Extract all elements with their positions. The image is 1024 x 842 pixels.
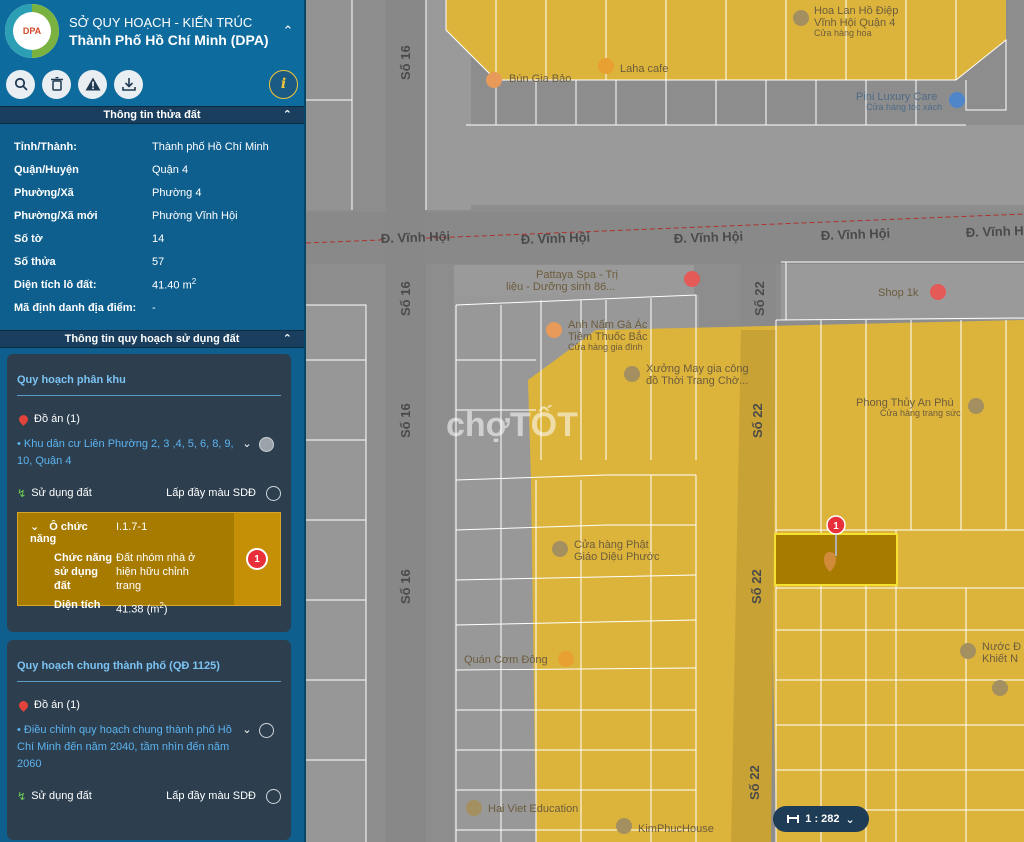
map-canvas[interactable]: 1 Đ. Vĩnh Hội Đ. Vĩnh Hội Đ. Vĩnh Hội Đ.… xyxy=(306,0,1024,842)
toolbar: i xyxy=(0,62,304,106)
chevron-down-icon: ⌄ xyxy=(845,813,855,826)
chevron-down-icon[interactable]: ⌄ xyxy=(239,722,255,773)
svg-text:liệu - Dưỡng sinh 86...: liệu - Dưỡng sinh 86... xyxy=(506,281,615,293)
map-pin-icon xyxy=(17,698,30,712)
general-plan-card: Quy hoạch chung thành phố (QĐ 1125) Đồ á… xyxy=(7,640,291,840)
project-radio[interactable] xyxy=(259,723,274,738)
info-row-sheet: Số tờ 14 xyxy=(14,232,165,245)
project-count: Đồ án (1) xyxy=(17,698,281,712)
svg-text:Xưởng May gia công: Xưởng May gia công xyxy=(646,363,749,375)
svg-text:Đ. Vĩnh Hội: Đ. Vĩnh Hội xyxy=(821,226,891,243)
zoning-title: Quy hoạch phân khu xyxy=(17,354,281,396)
map-svg[interactable]: 1 Đ. Vĩnh Hội Đ. Vĩnh Hội Đ. Vĩnh Hội Đ.… xyxy=(306,0,1024,842)
chevron-up-icon[interactable]: ⌃ xyxy=(283,331,292,347)
poi-shop-1k[interactable]: Shop 1k xyxy=(878,284,946,300)
info-row-new-ward: Phường/Xã mới Phường Vĩnh Hội xyxy=(14,209,238,222)
svg-text:Quán Cơm Đông: Quán Cơm Đông xyxy=(464,654,548,666)
org-city: Thành Phố Hồ Chí Minh (DPA) xyxy=(69,31,269,48)
plan-badge[interactable]: 1 xyxy=(246,548,268,570)
download-icon[interactable] xyxy=(114,69,143,99)
general-plan-title: Quy hoạch chung thành phố (QĐ 1125) xyxy=(17,640,281,682)
svg-text:Cửa hàng gia đình: Cửa hàng gia đình xyxy=(568,342,643,352)
zoning-card: Quy hoạch phân khu Đồ án (1) • Khu dân c… xyxy=(7,354,291,632)
map-marker-badge: 1 xyxy=(833,521,839,532)
svg-text:đồ Thời Trang Chờ...: đồ Thời Trang Chờ... xyxy=(646,375,748,387)
land-use-section: Thông tin quy hoạch sử dụng đất ⌃ Quy ho… xyxy=(0,330,304,842)
scale-value: 1 : 282 xyxy=(805,813,840,825)
svg-text:Số 22: Số 22 xyxy=(752,281,767,316)
svg-text:Cửa hàng trang sức: Cửa hàng trang sức xyxy=(880,408,961,418)
land-use-icon: ↯ xyxy=(17,790,27,803)
warning-icon[interactable] xyxy=(78,69,107,99)
svg-text:Số 22: Số 22 xyxy=(749,569,764,604)
search-icon[interactable] xyxy=(6,69,35,99)
svg-text:Hai Viet Education: Hai Viet Education xyxy=(488,803,578,815)
svg-text:Hoa Lan Hồ Điệp: Hoa Lan Hồ Điệp xyxy=(814,5,898,17)
info-icon[interactable]: i xyxy=(269,69,298,99)
svg-text:Khiết N: Khiết N xyxy=(982,653,1018,665)
svg-text:Cửa hàng hoa: Cửa hàng hoa xyxy=(814,28,872,38)
svg-text:Số 22: Số 22 xyxy=(747,765,762,800)
trash-icon[interactable] xyxy=(42,69,71,99)
zoning-project[interactable]: • Khu dân cư Liên Phường 2, 3 ,4, 5, 6, … xyxy=(17,436,281,470)
svg-text:KimPhucHouse: KimPhucHouse xyxy=(638,823,714,835)
svg-text:Cửa hàng tóc xách: Cửa hàng tóc xách xyxy=(866,102,942,112)
chevron-down-icon[interactable]: ⌄ xyxy=(239,436,255,470)
info-row-ward: Phường/Xã Phường 4 xyxy=(14,186,202,199)
info-row-location-id: Mã định danh địa điểm: - xyxy=(14,301,156,314)
svg-text:Đ. Vĩnh Hội: Đ. Vĩnh Hội xyxy=(381,229,451,246)
svg-text:Giáo Diệu Phước: Giáo Diệu Phước xyxy=(574,551,660,563)
svg-text:Số 16: Số 16 xyxy=(398,403,413,438)
svg-text:Cửa hàng Phật: Cửa hàng Phật xyxy=(574,539,649,551)
info-row-province: Tỉnh/Thành: Thành phố Hồ Chí Minh xyxy=(14,140,269,153)
svg-text:Nước Đ: Nước Đ xyxy=(982,641,1021,653)
info-row-parcel: Số thửa 57 xyxy=(14,255,165,268)
svg-text:Số 16: Số 16 xyxy=(398,569,413,604)
svg-text:Đ. Vĩnh Hội: Đ. Vĩnh Hội xyxy=(966,223,1024,240)
svg-text:Pattaya Spa - Trị: Pattaya Spa - Trị xyxy=(536,269,618,281)
dpa-logo: DPA xyxy=(5,4,59,58)
general-project[interactable]: • Điều chỉnh quy hoạch chung thành phố H… xyxy=(17,722,281,773)
fill-color-radio[interactable] xyxy=(266,788,281,804)
watermark: chợTỐT xyxy=(446,405,578,444)
map-pin-icon xyxy=(17,412,30,426)
svg-text:Số 16: Số 16 xyxy=(398,45,413,80)
svg-text:Laha cafe: Laha cafe xyxy=(620,63,668,75)
svg-text:Số 16: Số 16 xyxy=(398,281,413,316)
info-row-area: Diện tích lô đất: 41.40 m2 xyxy=(14,277,197,292)
svg-text:Đ. Vĩnh Hội: Đ. Vĩnh Hội xyxy=(521,230,591,247)
land-use-icon: ↯ xyxy=(17,487,27,500)
chevron-up-icon[interactable]: ⌃ xyxy=(283,107,292,123)
org-name: SỞ QUY HOẠCH - KIẾN TRÚC xyxy=(69,14,253,30)
chevron-down-icon: ⌄ xyxy=(30,521,40,533)
function-box[interactable]: ⌄ Ô chức năng I.1.7-1 Chức năng sử dụng đ… xyxy=(17,512,281,616)
land-use-row: ↯ Sử dụng đất Lấp đầy màu SDĐ xyxy=(17,787,281,805)
project-radio[interactable] xyxy=(259,437,274,452)
chevron-up-icon[interactable]: ⌃ xyxy=(278,23,298,39)
svg-text:Đ. Vĩnh Hội: Đ. Vĩnh Hội xyxy=(674,229,744,246)
side-panel: DPA SỞ QUY HOẠCH - KIẾN TRÚC Thành Phố H… xyxy=(0,0,306,842)
parcel-info: Tỉnh/Thành: Thành phố Hồ Chí Minh Quận/Hu… xyxy=(0,124,304,323)
map-scale-control[interactable]: 1 : 282 ⌄ xyxy=(773,806,869,832)
land-use-title[interactable]: Thông tin quy hoạch sử dụng đất ⌃ xyxy=(0,330,304,348)
parcel-info-title[interactable]: Thông tin thửa đất ⌃ xyxy=(0,106,304,124)
svg-text:Bún Gia Bảo: Bún Gia Bảo xyxy=(509,73,571,85)
project-count: Đồ án (1) xyxy=(17,412,281,426)
panel-header: DPA SỞ QUY HOẠCH - KIẾN TRÚC Thành Phố H… xyxy=(0,0,304,62)
svg-text:Shop 1k: Shop 1k xyxy=(878,287,919,299)
fill-color-radio[interactable] xyxy=(266,485,281,501)
svg-text:Số 22: Số 22 xyxy=(750,403,765,438)
ruler-icon xyxy=(787,815,800,823)
land-use-row: ↯ Sử dụng đất Lấp đầy màu SDĐ xyxy=(17,484,281,502)
svg-text:Anh Nấm Gà Ác: Anh Nấm Gà Ác xyxy=(568,318,648,331)
info-row-district: Quận/Huyện Quận 4 xyxy=(14,163,189,176)
